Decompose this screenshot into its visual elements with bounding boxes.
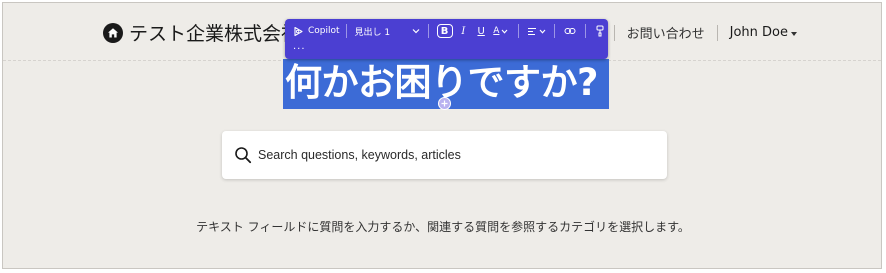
chevron-down-icon bbox=[502, 29, 508, 34]
search-icon bbox=[235, 147, 252, 164]
helper-text: テキスト フィールドに質問を入力するか、関連する質問を参照するカテゴリを選択しま… bbox=[196, 220, 690, 234]
nav-divider bbox=[716, 24, 718, 41]
user-menu[interactable]: John Doe bbox=[730, 25, 797, 40]
user-name: John Doe bbox=[729, 25, 788, 40]
copilot-format-toolbar: Copilot 見出し 1 B I U A ... bbox=[285, 19, 608, 59]
underline-button[interactable]: U bbox=[472, 22, 490, 40]
brand-name: テスト企業株式会社 bbox=[129, 23, 301, 45]
search-input[interactable] bbox=[258, 148, 648, 162]
copilot-button[interactable]: Copilot bbox=[293, 22, 340, 40]
brand[interactable]: テスト企業株式会社 bbox=[103, 19, 300, 46]
link-button[interactable] bbox=[561, 22, 579, 40]
chevron-down-icon bbox=[539, 29, 546, 34]
text-style-label: 見出し 1 bbox=[354, 27, 391, 38]
text-style-dropdown[interactable]: 見出し 1 bbox=[353, 22, 422, 40]
align-left-icon bbox=[528, 27, 537, 35]
link-icon bbox=[564, 28, 576, 34]
font-color-button[interactable]: A bbox=[490, 22, 512, 40]
format-painter-icon bbox=[596, 25, 604, 37]
page-frame: テスト企業株式会社 ク お問い合わせ John Doe Copilot bbox=[2, 2, 882, 269]
add-block-icon[interactable] bbox=[438, 97, 451, 110]
font-color-label: A bbox=[493, 26, 500, 36]
home-icon[interactable] bbox=[103, 22, 123, 43]
toolbar-divider bbox=[585, 24, 587, 38]
header-nav: ク お問い合わせ John Doe bbox=[589, 23, 797, 42]
search-box[interactable] bbox=[222, 131, 667, 179]
more-options-button[interactable]: ... bbox=[293, 41, 306, 52]
toolbar-divider bbox=[517, 24, 519, 38]
chevron-down-icon bbox=[412, 29, 420, 34]
caret-down-icon bbox=[791, 31, 797, 36]
format-painter-button[interactable] bbox=[592, 22, 608, 40]
copilot-icon bbox=[294, 26, 303, 36]
nav-divider bbox=[613, 24, 615, 41]
copilot-label: Copilot bbox=[308, 26, 340, 36]
toolbar-divider bbox=[554, 24, 556, 38]
toolbar-divider bbox=[345, 24, 347, 38]
bold-button[interactable]: B bbox=[436, 24, 453, 38]
align-dropdown[interactable] bbox=[525, 22, 549, 40]
nav-item-contact[interactable]: お問い合わせ bbox=[627, 23, 705, 42]
toolbar-divider bbox=[427, 24, 429, 38]
italic-button[interactable]: I bbox=[455, 22, 473, 40]
